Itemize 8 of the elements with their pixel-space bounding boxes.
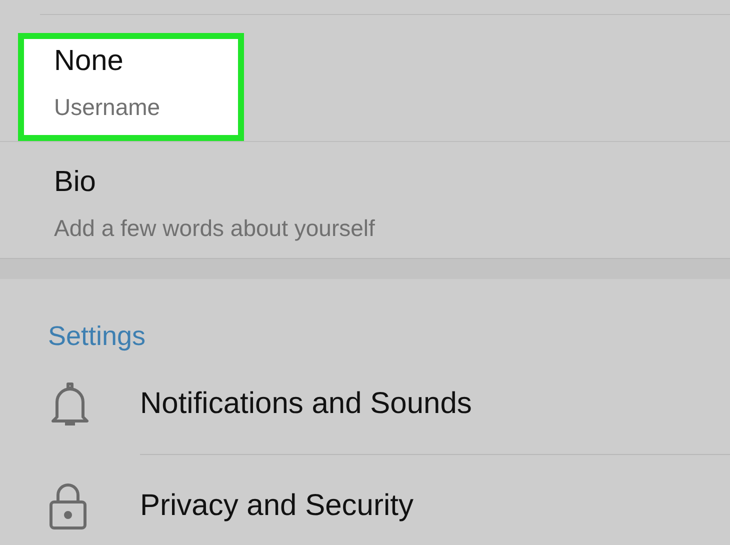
section-header: Settings	[48, 320, 147, 353]
field-label: Add a few words about yourself	[54, 214, 376, 242]
field-label: Username	[54, 93, 162, 121]
menu-item[interactable]: Privacy and Security	[140, 489, 414, 523]
menu-item[interactable]: Notifications and Sounds	[140, 386, 472, 420]
field-value: None	[54, 44, 124, 79]
field-value: Bio	[54, 165, 97, 200]
lock-icon	[48, 482, 88, 530]
